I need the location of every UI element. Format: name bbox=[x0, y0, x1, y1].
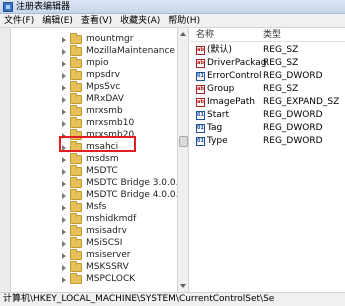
scroll-thumb[interactable] bbox=[179, 136, 188, 147]
registry-tree-pane: mountmgr MozillaMaintenance mpio mpsdrv MpsS… bbox=[0, 28, 177, 292]
value-name: Tag bbox=[207, 123, 223, 133]
folder-icon bbox=[70, 201, 82, 212]
value-type: REG_SZ bbox=[263, 84, 299, 94]
string-value-icon: ab bbox=[196, 59, 205, 68]
registry-value-row[interactable]: 01 ErrorControl REG_DWORD bbox=[190, 70, 345, 83]
main-content: mountmgr MozillaMaintenance mpio mpsdrv MpsS… bbox=[0, 28, 345, 292]
expand-arrow-icon[interactable] bbox=[60, 273, 68, 286]
value-type: REG_SZ bbox=[263, 45, 299, 55]
folder-icon bbox=[70, 45, 82, 56]
value-name: Start bbox=[207, 110, 229, 120]
scroll-down-arrow-icon[interactable] bbox=[180, 284, 186, 288]
value-name: ErrorControl bbox=[207, 71, 262, 81]
registry-value-row[interactable]: ab (默认) REG_SZ bbox=[190, 44, 345, 57]
folder-icon bbox=[70, 237, 82, 248]
string-value-icon: ab bbox=[196, 46, 205, 55]
folder-icon bbox=[70, 141, 82, 152]
value-name: Group bbox=[207, 84, 235, 94]
binary-value-icon: 01 bbox=[196, 124, 205, 133]
folder-icon bbox=[70, 165, 82, 176]
binary-value-icon: 01 bbox=[196, 72, 205, 81]
menu-edit[interactable]: 编辑(E) bbox=[42, 15, 73, 27]
values-list-pane: 名称 类型 ab (默认) REG_SZ ab DriverPackag... REG_S… bbox=[190, 28, 345, 292]
folder-icon bbox=[70, 177, 82, 188]
menu-favorites[interactable]: 收藏夹(A) bbox=[120, 15, 160, 27]
folder-icon bbox=[70, 81, 82, 92]
registry-key-mspclock[interactable]: MSPCLOCK bbox=[60, 273, 175, 286]
tree-left-margin bbox=[0, 28, 11, 292]
registry-value-row[interactable]: 01 Tag REG_DWORD bbox=[190, 122, 345, 135]
value-name: Type bbox=[207, 136, 228, 146]
menu-bar: 文件(F) 编辑(E) 查看(V) 收藏夹(A) 帮助(H) bbox=[0, 14, 345, 28]
column-header-name[interactable]: 名称 bbox=[196, 29, 214, 41]
value-type: REG_DWORD bbox=[263, 123, 323, 133]
value-type: REG_DWORD bbox=[263, 71, 323, 81]
folder-icon bbox=[70, 57, 82, 68]
folder-icon bbox=[70, 117, 82, 128]
value-type: REG_SZ bbox=[263, 58, 299, 68]
menu-help[interactable]: 帮助(H) bbox=[168, 15, 200, 27]
window-title: 注册表编辑器 bbox=[16, 1, 71, 12]
value-name: ImagePath bbox=[207, 97, 255, 107]
binary-value-icon: 01 bbox=[196, 111, 205, 120]
folder-icon bbox=[70, 273, 82, 284]
value-name: (默认) bbox=[207, 45, 233, 55]
folder-icon bbox=[70, 93, 82, 104]
folder-icon bbox=[70, 261, 82, 272]
binary-value-icon: 01 bbox=[196, 137, 205, 146]
title-bar: 注册表编辑器 bbox=[0, 0, 345, 14]
string-value-icon: ab bbox=[196, 85, 205, 94]
status-bar-path: 计算机\HKEY_LOCAL_MACHINE\SYSTEM\CurrentCon… bbox=[0, 292, 345, 306]
regedit-app-icon bbox=[3, 1, 13, 12]
values-column-headers: 名称 类型 bbox=[190, 28, 345, 42]
folder-icon bbox=[70, 225, 82, 236]
folder-icon bbox=[70, 213, 82, 224]
value-type: REG_DWORD bbox=[263, 136, 323, 146]
folder-icon bbox=[70, 33, 82, 44]
registry-value-row[interactable]: 01 Type REG_DWORD bbox=[190, 135, 345, 148]
value-type: REG_EXPAND_SZ bbox=[263, 97, 340, 107]
folder-icon bbox=[70, 153, 82, 164]
registry-value-row[interactable]: ab ImagePath REG_EXPAND_SZ bbox=[190, 96, 345, 109]
folder-icon bbox=[70, 69, 82, 80]
string-value-icon: ab bbox=[196, 98, 205, 107]
folder-icon bbox=[70, 249, 82, 260]
menu-view[interactable]: 查看(V) bbox=[81, 15, 112, 27]
folder-icon bbox=[70, 189, 82, 200]
registry-value-row[interactable]: ab Group REG_SZ bbox=[190, 83, 345, 96]
registry-key-label: MSPCLOCK bbox=[86, 274, 136, 284]
scroll-up-arrow-icon[interactable] bbox=[180, 32, 186, 36]
registry-value-row[interactable]: 01 Start REG_DWORD bbox=[190, 109, 345, 122]
column-header-type[interactable]: 类型 bbox=[263, 29, 281, 41]
tree-scrollbar[interactable] bbox=[177, 28, 189, 292]
registry-value-row[interactable]: ab DriverPackag... REG_SZ bbox=[190, 57, 345, 70]
folder-icon bbox=[70, 105, 82, 116]
value-type: REG_DWORD bbox=[263, 110, 323, 120]
folder-icon bbox=[70, 129, 82, 140]
menu-file[interactable]: 文件(F) bbox=[4, 15, 34, 27]
